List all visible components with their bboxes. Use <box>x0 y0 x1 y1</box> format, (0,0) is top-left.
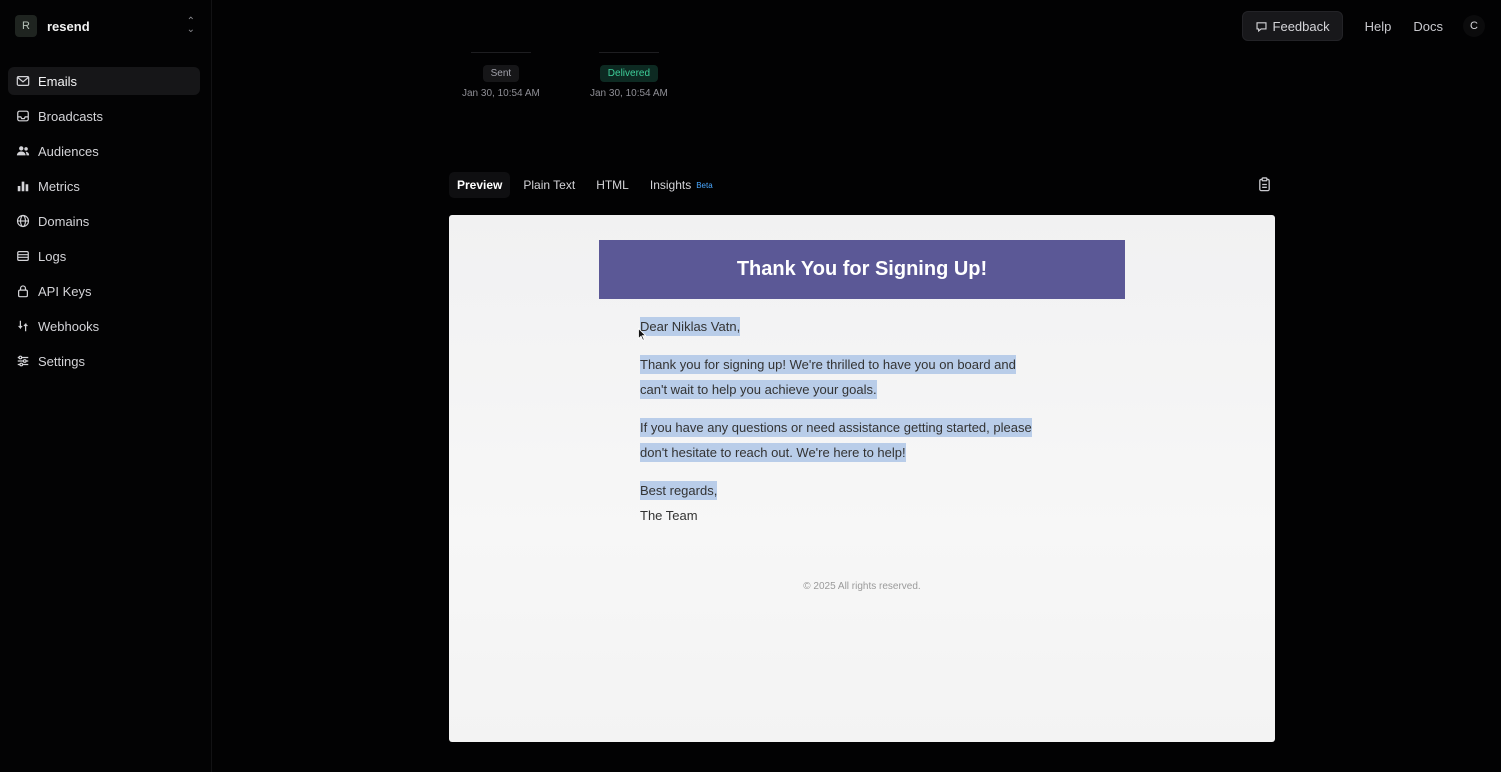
sidebar-item-logs[interactable]: Logs <box>8 242 200 270</box>
sliders-icon <box>16 354 30 368</box>
users-icon <box>16 144 30 158</box>
user-avatar[interactable]: C <box>1463 15 1485 37</box>
globe-icon <box>16 214 30 228</box>
mouse-cursor-icon <box>638 328 646 341</box>
timeline-timestamp: Jan 30, 10:54 AM <box>590 88 668 99</box>
mail-icon <box>16 74 30 88</box>
sidebar-item-label: Metrics <box>38 178 80 194</box>
tab-preview[interactable]: Preview <box>449 172 511 198</box>
sidebar-item-audiences[interactable]: Audiences <box>8 137 200 165</box>
sidebar-item-label: Broadcasts <box>38 108 104 124</box>
docs-link[interactable]: Docs <box>1413 19 1443 34</box>
timeline-step-delivered: Delivered Jan 30, 10:54 AM <box>590 52 668 99</box>
top-bar: Feedback Help Docs C <box>1241 11 1485 41</box>
sidebar-item-label: Webhooks <box>38 318 100 334</box>
sidebar-item-label: API Keys <box>38 283 92 299</box>
team-avatar: R <box>15 15 37 37</box>
tab-insights[interactable]: Insights Beta <box>642 172 721 198</box>
webhook-icon <box>16 319 30 333</box>
tab-plain-text[interactable]: Plain Text <box>515 172 583 198</box>
sidebar-item-broadcasts[interactable]: Broadcasts <box>8 102 200 130</box>
bar-chart-icon <box>16 179 30 193</box>
sidebar-item-settings[interactable]: Settings <box>8 347 200 375</box>
email-header-banner: Thank You for Signing Up! <box>599 240 1125 299</box>
lock-icon <box>16 284 30 298</box>
email-paragraph-2-line-2: don't hesitate to reach out. We're here … <box>640 443 906 462</box>
feedback-label: Feedback <box>1272 18 1330 34</box>
beta-badge: Beta <box>696 181 713 190</box>
email-signature: The Team <box>640 508 698 523</box>
sidebar-nav: Emails Broadcasts Audiences Metrics Doma… <box>8 67 200 382</box>
email-paragraph-2-line-1: If you have any questions or need assist… <box>640 418 1032 437</box>
timeline-line <box>470 52 531 53</box>
email-header-title: Thank You for Signing Up! <box>736 258 988 280</box>
status-badge: Sent <box>482 65 520 82</box>
sidebar-item-domains[interactable]: Domains <box>8 207 200 235</box>
sidebar-item-label: Audiences <box>38 143 99 159</box>
sidebar-item-label: Emails <box>38 73 78 89</box>
timeline-line <box>598 52 659 53</box>
tab-html[interactable]: HTML <box>588 172 637 198</box>
logs-icon <box>16 249 30 263</box>
sidebar-item-metrics[interactable]: Metrics <box>8 172 200 200</box>
sidebar-item-label: Settings <box>38 353 85 369</box>
timeline-timestamp: Jan 30, 10:54 AM <box>462 88 540 99</box>
chevron-up-down-icon: ⌃ ⌄ <box>186 16 195 35</box>
email-closing: Best regards, <box>640 481 718 500</box>
help-link[interactable]: Help <box>1365 19 1392 34</box>
sidebar-item-label: Logs <box>38 248 67 264</box>
tab-insights-label: Insights <box>649 178 692 192</box>
clipboard-icon[interactable] <box>1257 177 1272 192</box>
chat-bubble-icon <box>1255 21 1267 32</box>
sidebar-item-webhooks[interactable]: Webhooks <box>8 312 200 340</box>
email-preview-panel: Thank You for Signing Up! Dear Niklas Va… <box>449 215 1275 742</box>
sidebar-item-api-keys[interactable]: API Keys <box>8 277 200 305</box>
team-switcher[interactable]: R resend ⌃ ⌄ <box>15 14 195 38</box>
sidebar: R resend ⌃⌄ Emails Broadcasts Audiences <box>0 0 212 772</box>
sidebar-item-label: Domains <box>38 213 90 229</box>
email-body: Dear Niklas Vatn, Thank you for signing … <box>640 314 1080 528</box>
email-greeting: Dear Niklas Vatn, <box>640 317 741 336</box>
email-paragraph-1-line-2: can't wait to help you achieve your goal… <box>640 380 877 399</box>
sidebar-item-emails[interactable]: Emails <box>8 67 200 95</box>
feedback-button[interactable]: Feedback <box>1241 11 1343 41</box>
status-badge: Delivered <box>599 65 659 82</box>
team-name: resend <box>47 18 90 34</box>
email-paragraph-1-line-1: Thank you for signing up! We're thrilled… <box>640 355 1016 374</box>
broadcast-icon <box>16 109 30 123</box>
timeline-step-sent: Sent Jan 30, 10:54 AM <box>462 52 540 99</box>
email-view-tabs: Preview Plain Text HTML Insights Beta <box>449 172 726 198</box>
email-footer: © 2025 All rights reserved. <box>803 581 921 592</box>
